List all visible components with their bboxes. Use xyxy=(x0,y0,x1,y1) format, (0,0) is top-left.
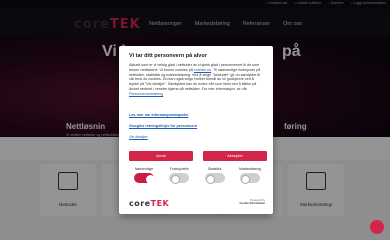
powered-by-vendor: Cookie Information xyxy=(239,201,265,206)
cookie-settings-icon[interactable] xyxy=(370,220,384,234)
logo-part-core: core xyxy=(129,199,151,208)
dialog-body-text: Aktuelt som er vi veldig glad i nettside… xyxy=(129,63,264,97)
toggle-label: Statistikk xyxy=(207,167,222,171)
toggle-switch-functional[interactable] xyxy=(169,173,190,184)
accept-button[interactable]: Aksepter xyxy=(203,151,267,161)
reject-button[interactable]: Avvis xyxy=(129,151,193,161)
google-privacy-link[interactable]: Googles retningslinjer for personvern xyxy=(129,124,197,128)
logo-part-tek: TEK xyxy=(150,199,170,208)
powered-by[interactable]: Powered by Cookie Information xyxy=(239,198,265,206)
toggle-switch-marketing[interactable] xyxy=(239,173,260,184)
show-details-link[interactable]: Vis detaljer xyxy=(129,135,148,139)
toggle-switch-statistics[interactable] xyxy=(204,173,225,184)
toggle-functional: Funksjonelle xyxy=(164,167,194,184)
site-link[interactable]: coretek.no xyxy=(194,68,211,72)
toggle-necessary: Nødvendige xyxy=(129,167,159,184)
toggle-label: Nødvendige xyxy=(134,167,154,171)
consent-toggles: Nødvendige Funksjonelle Statistikk Marke… xyxy=(129,167,265,184)
toggle-statistics: Statistikk xyxy=(200,167,230,184)
privacy-policy-link[interactable]: Personvernerklæring xyxy=(129,92,163,96)
toggle-label: Markedsføring xyxy=(239,167,261,171)
cookies-info-link[interactable]: Les mer om informasjonskapsler xyxy=(129,113,189,117)
dialog-title: Vi tar ditt personvern på alvor xyxy=(129,53,207,59)
dialog-logo: coreTEK xyxy=(129,199,169,208)
toggle-label: Funksjonelle xyxy=(169,167,189,171)
toggle-marketing: Markedsføring xyxy=(235,167,265,184)
cookie-consent-dialog: Vi tar ditt personvern på alvor Aktuelt … xyxy=(119,46,273,214)
toggle-switch-necessary[interactable] xyxy=(134,173,155,184)
